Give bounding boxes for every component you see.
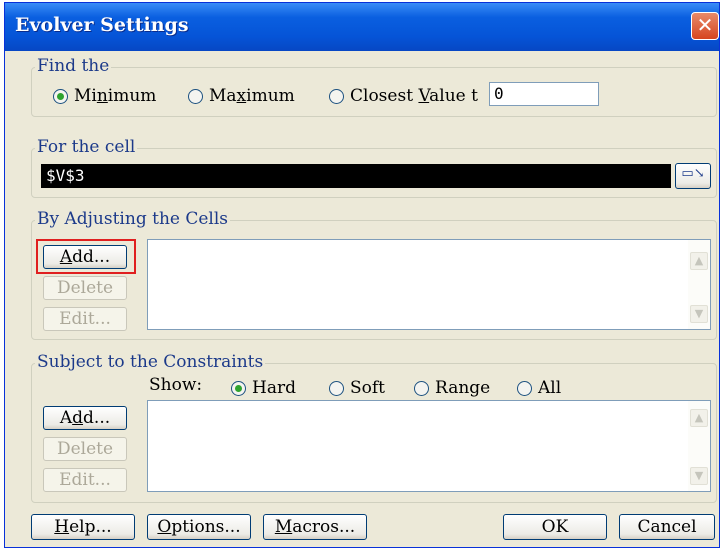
adjustable-cells-list[interactable]: ▲ ▼ bbox=[147, 239, 711, 330]
constraints-delete-button[interactable]: Delete bbox=[43, 437, 127, 461]
ok-button[interactable]: OK bbox=[503, 514, 607, 540]
cell-reference-button[interactable]: ▭↘ bbox=[675, 163, 711, 189]
radio-minimum-label: Minimum bbox=[74, 86, 157, 106]
radio-maximum[interactable]: Maximum bbox=[188, 86, 295, 106]
constraints-list[interactable]: ▲ ▼ bbox=[147, 400, 711, 492]
window-title: Evolver Settings bbox=[15, 14, 189, 36]
radio-hard-circle bbox=[231, 380, 246, 396]
options-button[interactable]: Options... bbox=[147, 514, 251, 540]
radio-minimum[interactable]: Minimum bbox=[53, 86, 156, 106]
radio-hard-label: Hard bbox=[252, 378, 296, 398]
radio-all-circle bbox=[517, 380, 532, 396]
radio-all-label: All bbox=[538, 378, 562, 398]
cell-legend: For the cell bbox=[35, 137, 138, 157]
cancel-button[interactable]: Cancel bbox=[619, 514, 715, 540]
radio-maximum-circle bbox=[188, 88, 203, 104]
radio-range-circle bbox=[414, 380, 429, 396]
radio-all[interactable]: All bbox=[517, 378, 561, 398]
macros-button[interactable]: Macros... bbox=[263, 514, 367, 540]
adjust-edit-button[interactable]: Edit... bbox=[43, 307, 127, 331]
target-cell-input[interactable]: $V$3 bbox=[41, 164, 671, 188]
close-button[interactable]: ✕ bbox=[691, 12, 719, 40]
radio-soft[interactable]: Soft bbox=[329, 378, 385, 398]
adjust-delete-button[interactable]: Delete bbox=[43, 276, 127, 300]
adjust-legend: By Adjusting the Cells bbox=[35, 209, 231, 229]
show-label: Show: bbox=[149, 375, 203, 395]
radio-soft-label: Soft bbox=[350, 378, 386, 398]
radio-range-label: Range bbox=[435, 378, 491, 398]
evolver-settings-dialog: Evolver Settings ✕ Find the Minimum Maxi… bbox=[4, 2, 720, 548]
scroll-down-arrow-icon[interactable]: ▼ bbox=[690, 305, 708, 323]
close-icon: ✕ bbox=[696, 13, 714, 37]
help-button[interactable]: Help... bbox=[31, 514, 135, 540]
radio-maximum-label: Maximum bbox=[209, 86, 295, 106]
constraints-legend: Subject to the Constraints bbox=[35, 352, 266, 372]
radio-closest-value-label: Closest Value t bbox=[350, 86, 478, 106]
adjust-scrollbar[interactable]: ▲ ▼ bbox=[688, 240, 710, 329]
radio-soft-circle bbox=[329, 380, 344, 396]
radio-closest-value-circle bbox=[329, 88, 344, 104]
scroll-up-arrow-icon[interactable]: ▲ bbox=[690, 252, 708, 270]
scroll-down-arrow-icon[interactable]: ▼ bbox=[690, 467, 708, 485]
radio-hard[interactable]: Hard bbox=[231, 378, 296, 398]
constraints-add-button[interactable]: Add... bbox=[43, 406, 127, 430]
radio-minimum-circle bbox=[53, 88, 68, 104]
constraints-edit-button[interactable]: Edit... bbox=[43, 468, 127, 492]
scroll-up-arrow-icon[interactable]: ▲ bbox=[690, 409, 708, 427]
find-legend: Find the bbox=[35, 56, 112, 76]
closest-value-input[interactable]: 0 bbox=[489, 82, 599, 106]
adjust-add-button[interactable]: Add... bbox=[43, 245, 127, 269]
radio-range[interactable]: Range bbox=[414, 378, 490, 398]
title-bar[interactable]: Evolver Settings ✕ bbox=[5, 3, 719, 51]
constraints-scrollbar[interactable]: ▲ ▼ bbox=[688, 401, 710, 491]
cell-reference-icon: ▭↘ bbox=[681, 166, 705, 181]
radio-closest-value[interactable]: Closest Value t bbox=[329, 86, 478, 106]
